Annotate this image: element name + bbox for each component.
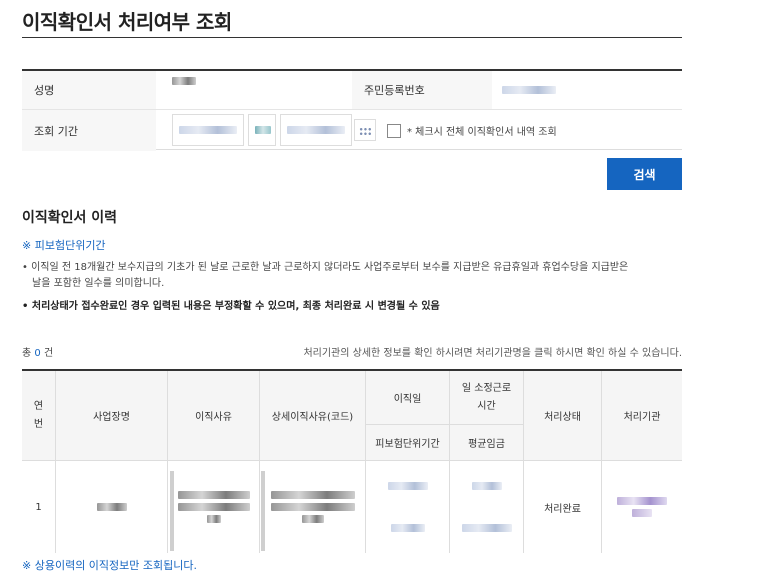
note-heading: ※ 피보험단위기간 <box>22 239 106 252</box>
td-work-hours <box>450 461 524 553</box>
th-work-hours: 일 소정근로시간 <box>450 371 524 425</box>
th-leave-date: 이직일 <box>366 371 450 425</box>
name-value <box>172 71 352 109</box>
total-number: 0 <box>34 348 41 359</box>
rrn-value <box>502 71 682 109</box>
end-date-input[interactable] <box>280 114 352 146</box>
th-company: 사업장명 <box>56 371 168 461</box>
td-detail-reason <box>260 461 366 553</box>
th-work-hours-label: 일 소정근로시간 <box>461 382 512 412</box>
th-avg-wage: 평균임금 <box>450 425 524 461</box>
scroll-shadow <box>261 471 265 551</box>
note-line-1: • 이직일 전 18개월간 보수지급의 기초가 된 날로 근로한 날과 근로하지… <box>22 262 629 273</box>
total-suffix: 건 <box>43 348 54 359</box>
rrn-label: 주민등록번호 <box>352 71 492 109</box>
agency-hint: 처리기관의 상세한 정보를 확인 하시려면 처리기관명을 클릭 하시면 확인 하… <box>303 348 682 359</box>
page-title: 이직확인서 처리여부 조회 <box>22 10 232 34</box>
start-date-calendar[interactable] <box>248 114 276 146</box>
td-company <box>56 461 168 553</box>
td-reason <box>168 461 260 553</box>
th-seq: 연번 <box>22 371 56 461</box>
th-status: 처리상태 <box>524 371 602 461</box>
checkbox-label: * 체크시 전체 이직확인서 내역 조회 <box>407 127 557 138</box>
th-seq-label: 연번 <box>33 400 44 430</box>
section-title: 이직확인서 이력 <box>22 210 118 226</box>
th-insured-period: 피보험단위기간 <box>366 425 450 461</box>
calendar-icon[interactable] <box>354 119 376 141</box>
history-table: 연번 사업장명 이직사유 상세이직사유(코드) 이직일 피보험단위기간 일 소정… <box>22 369 682 553</box>
th-reason: 이직사유 <box>168 371 260 461</box>
total-count: 총 0 건 <box>22 344 53 359</box>
start-date-input[interactable] <box>172 114 244 146</box>
search-button[interactable]: 검색 <box>607 158 682 190</box>
total-prefix: 총 <box>22 348 32 359</box>
period-label: 조회 기간 <box>22 110 156 151</box>
title-divider <box>22 37 682 38</box>
th-agency: 처리기관 <box>602 371 682 461</box>
name-label: 성명 <box>22 71 156 109</box>
th-detail-reason: 상세이직사유(코드) <box>260 371 366 461</box>
checkbox-all-history[interactable] <box>387 124 401 138</box>
form-row-identity: 성명 주민등록번호 <box>22 71 682 110</box>
td-leave-date <box>366 461 450 553</box>
note-status-warning: • 처리상태가 접수완료인 경우 입력된 내용은 부정확할 수 있으며, 최종 … <box>22 301 440 312</box>
td-seq: 1 <box>22 461 56 553</box>
search-form: 성명 주민등록번호 조회 기간 * 체크시 전체 이직확인서 내역 조회 <box>22 69 682 151</box>
note-line-2: 날을 포함한 일수를 의미합니다. <box>32 278 165 289</box>
footer-note: ※ 상용이력의 이직정보만 조회됩니다. <box>22 559 198 572</box>
scroll-shadow <box>170 471 174 551</box>
note-insured-period: • 이직일 전 18개월간 보수지급의 기초가 된 날로 근로한 날과 근로하지… <box>22 260 682 292</box>
form-row-period: 조회 기간 * 체크시 전체 이직확인서 내역 조회 <box>22 110 682 151</box>
td-agency-link[interactable] <box>602 461 682 553</box>
td-status: 처리완료 <box>524 461 602 553</box>
